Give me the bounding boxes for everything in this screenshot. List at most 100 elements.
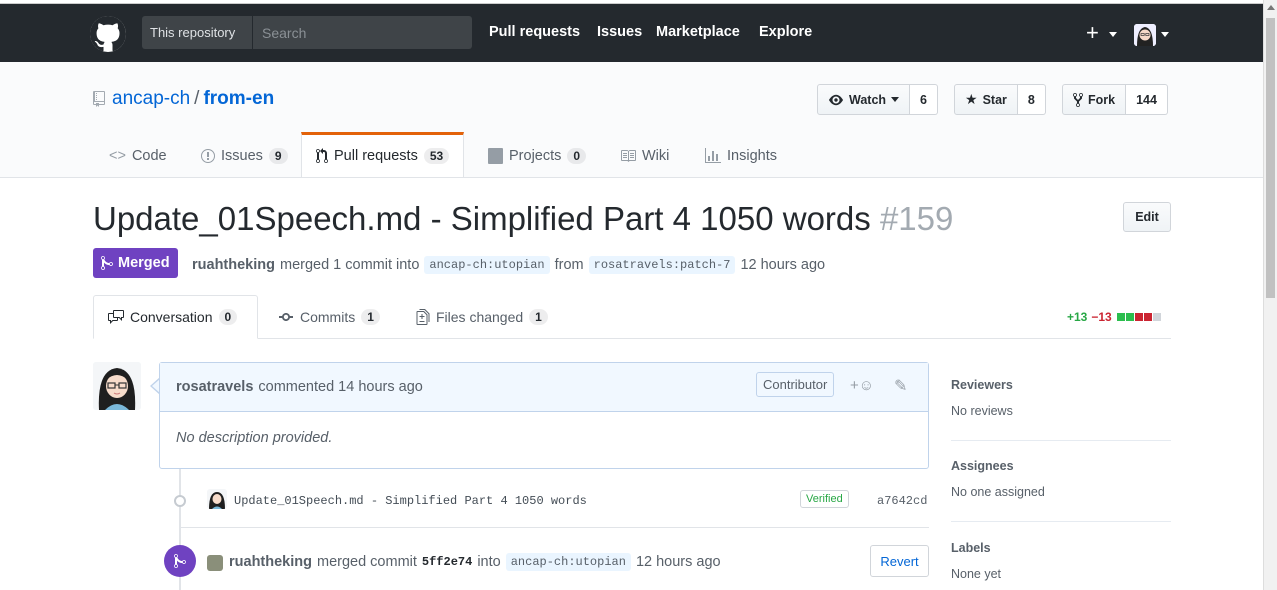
watch-caret-icon xyxy=(891,97,900,102)
merge-text-2: into xyxy=(477,554,501,570)
deletions-count: −13 xyxy=(1091,310,1112,324)
tab-wiki[interactable]: Wiki xyxy=(606,134,683,178)
pr-number: #159 xyxy=(879,200,954,237)
commit-author-avatar[interactable] xyxy=(207,489,227,509)
pr-meta: ruahtheking merged 1 commit into ancap-c… xyxy=(192,256,825,274)
tab-count: 0 xyxy=(218,309,238,325)
add-reaction-icon[interactable]: +☺ xyxy=(850,377,874,394)
create-dropdown-caret-icon[interactable] xyxy=(1109,32,1117,37)
sidebar-divider xyxy=(951,440,1171,441)
comment-box: rosatravels commented 14 hours ago Contr… xyxy=(159,362,929,469)
commit-sha-link[interactable]: a7642cd xyxy=(877,494,927,508)
tab-label: Wiki xyxy=(642,148,670,164)
revert-button[interactable]: Revert xyxy=(870,545,929,577)
git-merge-icon xyxy=(101,255,113,270)
repo-owner-link[interactable]: ancap-ch xyxy=(112,88,190,109)
page-scrollbar[interactable] xyxy=(1263,0,1277,590)
tab-label: Insights xyxy=(727,148,777,164)
commit-message-link[interactable]: Update_01Speech.md - Simplified Part 4 1… xyxy=(234,494,587,508)
merge-event-icon xyxy=(164,545,196,577)
user-avatar[interactable] xyxy=(1134,24,1156,46)
additions-count: +13 xyxy=(1067,310,1088,324)
reviewers-value: No reviews xyxy=(951,404,1013,418)
head-ref[interactable]: rosatravels:patch-7 xyxy=(588,256,736,274)
watch-group: Watch 6 xyxy=(817,84,938,115)
tab-pull-requests[interactable]: Pull requests 53 xyxy=(301,132,465,177)
merge-actor-link[interactable]: ruahtheking xyxy=(229,554,312,570)
edit-comment-icon[interactable]: ✎ xyxy=(894,376,907,396)
tab-label: Issues xyxy=(221,148,263,164)
tab-count: 9 xyxy=(268,148,288,164)
sidebar-labels[interactable]: Labels None yet xyxy=(951,541,1171,581)
tab-code[interactable]: <> Code xyxy=(95,134,181,178)
nav-issues[interactable]: Issues xyxy=(597,24,642,40)
tab-files-changed[interactable]: Files changed 1 xyxy=(402,295,562,339)
sidebar-reviewers[interactable]: Reviewers No reviews xyxy=(951,378,1171,418)
tab-label: Commits xyxy=(300,309,356,325)
tab-issues[interactable]: Issues 9 xyxy=(187,134,302,178)
comment-body: No description provided. xyxy=(176,430,333,446)
watch-count[interactable]: 6 xyxy=(910,84,938,115)
pr-title-text: Update_01Speech.md - Simplified Part 4 1… xyxy=(93,200,871,237)
nav-pull-requests[interactable]: Pull requests xyxy=(489,24,580,40)
edit-title-button[interactable]: Edit xyxy=(1123,202,1171,232)
tab-label: Projects xyxy=(509,148,562,164)
tab-label: Code xyxy=(131,148,167,164)
repo-name-link[interactable]: from-en xyxy=(203,88,274,109)
tab-count: 0 xyxy=(567,148,587,164)
tab-label: Files changed xyxy=(436,309,524,325)
tab-commits[interactable]: Commits 1 xyxy=(264,295,394,339)
merged-time: 12 hours ago xyxy=(740,257,826,273)
labels-title: Labels xyxy=(951,541,991,555)
search-input[interactable] xyxy=(254,16,472,49)
fork-group: Fork 144 xyxy=(1062,84,1168,115)
star-icon: ★ xyxy=(965,91,978,107)
pr-title: Update_01Speech.md - Simplified Part 4 1… xyxy=(93,200,953,238)
tab-insights[interactable]: Insights xyxy=(691,134,791,178)
tab-projects[interactable]: Projects 0 xyxy=(474,134,600,178)
tab-count: 1 xyxy=(529,309,548,325)
tab-label: Pull requests xyxy=(334,148,418,164)
create-new-icon[interactable]: + xyxy=(1086,22,1099,44)
github-logo-icon[interactable] xyxy=(90,16,126,52)
comment-action: commented 14 hours ago xyxy=(258,379,423,395)
tab-count: 53 xyxy=(423,148,450,164)
sidebar-assignees[interactable]: Assignees No one assigned xyxy=(951,459,1171,499)
nav-marketplace[interactable]: Marketplace xyxy=(656,24,740,40)
watch-button[interactable]: Watch xyxy=(817,84,911,115)
scroll-thumb[interactable] xyxy=(1266,18,1275,298)
pull-request-icon xyxy=(316,148,328,163)
code-icon: <> xyxy=(109,148,126,164)
reviewers-title: Reviewers xyxy=(951,378,1013,392)
fork-button[interactable]: Fork xyxy=(1062,84,1127,115)
repo-title: ancap-ch / from-en xyxy=(112,88,274,110)
labels-value: None yet xyxy=(951,567,1002,581)
merge-sha-link[interactable]: 5ff2e74 xyxy=(422,555,472,569)
merge-ref[interactable]: ancap-ch:utopian xyxy=(505,553,631,571)
merger-avatar[interactable] xyxy=(207,555,223,571)
base-ref[interactable]: ancap-ch:utopian xyxy=(424,256,550,274)
tab-label: Conversation xyxy=(130,309,213,325)
verified-badge[interactable]: Verified xyxy=(800,490,849,508)
comment-author-avatar[interactable] xyxy=(93,362,141,410)
repo-header: ancap-ch / from-en Watch 6 ★ Star 8 Fork 1… xyxy=(0,62,1263,178)
nav-explore[interactable]: Explore xyxy=(759,24,812,40)
scroll-up-arrow-icon[interactable] xyxy=(1267,5,1275,10)
merger-link[interactable]: ruahtheking xyxy=(192,257,275,273)
git-commit-icon xyxy=(279,313,293,321)
tab-count: 1 xyxy=(361,309,380,325)
user-menu-caret-icon[interactable] xyxy=(1161,32,1169,37)
star-count[interactable]: 8 xyxy=(1017,84,1046,115)
sidebar-divider xyxy=(951,521,1171,522)
timeline-separator xyxy=(181,527,929,528)
comment-author-link[interactable]: rosatravels xyxy=(176,379,253,395)
assignees-title: Assignees xyxy=(951,459,1014,473)
fork-count[interactable]: 144 xyxy=(1126,84,1168,115)
comment-discussion-icon xyxy=(108,310,124,324)
project-icon xyxy=(488,148,503,164)
tab-conversation[interactable]: Conversation 0 xyxy=(93,295,258,339)
merge-event-text: ruahtheking merged commit 5ff2e74 into a… xyxy=(229,553,721,571)
assignees-value: No one assigned xyxy=(951,485,1045,499)
star-button[interactable]: ★ Star xyxy=(954,84,1018,115)
diffstat: +13 −13 xyxy=(1067,310,1161,324)
